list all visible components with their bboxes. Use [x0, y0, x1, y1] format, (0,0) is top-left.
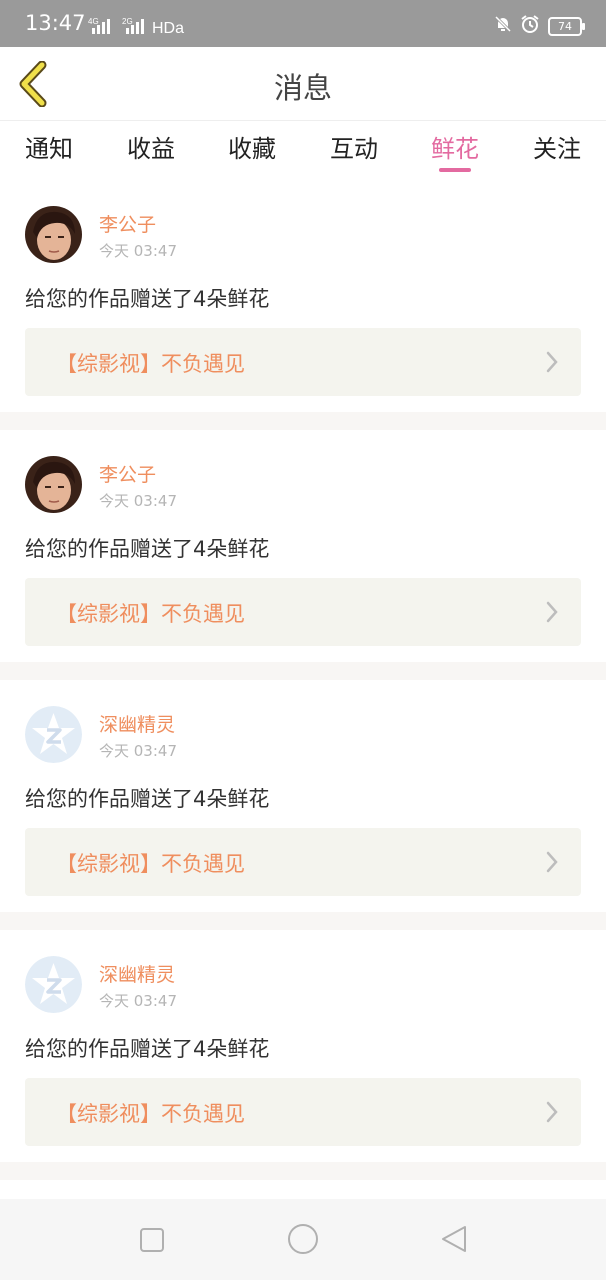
system-nav-bar: [0, 1199, 606, 1280]
home-button[interactable]: [287, 1223, 319, 1259]
tab-flowers[interactable]: 鲜花: [410, 129, 500, 164]
signal-icon: 4G 2G HDa: [88, 17, 184, 37]
message-card: 深幽精灵 今天 03:47 给您的作品赠送了4朵鲜花 【综影视】不负遇见: [0, 930, 606, 1162]
network-icons: 4G 2G HDa: [88, 16, 188, 40]
avatar[interactable]: [25, 206, 82, 263]
default-avatar-star-icon: [25, 956, 82, 1013]
tab-follow[interactable]: 关注: [512, 129, 602, 164]
svg-text:2G: 2G: [122, 17, 133, 26]
divider: [0, 412, 606, 430]
message-text: 给您的作品赠送了4朵鲜花: [25, 537, 270, 561]
back-nav-button[interactable]: [440, 1224, 468, 1258]
message-time: 今天 03:47: [99, 492, 177, 510]
work-title: 【综影视】不负遇见: [56, 852, 245, 876]
tab-earnings[interactable]: 收益: [106, 129, 196, 164]
message-text: 给您的作品赠送了4朵鲜花: [25, 787, 270, 811]
alarm-icon: [520, 14, 540, 38]
work-link[interactable]: 【综影视】不负遇见: [25, 328, 581, 396]
avatar[interactable]: [25, 456, 82, 513]
message-card: 李公子 今天 03:47 给您的作品赠送了4朵鲜花 【综影视】不负遇见: [0, 430, 606, 662]
divider: [0, 662, 606, 680]
tab-notice[interactable]: 通知: [4, 129, 94, 164]
message-card: 深幽精灵 今天 03:47 给您的作品赠送了4朵鲜花 【综影视】不负遇见: [0, 680, 606, 912]
recents-button[interactable]: [139, 1227, 165, 1257]
status-time: 13:47: [25, 11, 86, 35]
active-tab-indicator: [439, 168, 471, 172]
user-name[interactable]: 深幽精灵: [99, 710, 175, 737]
chevron-right-icon: [545, 350, 559, 378]
avatar[interactable]: [25, 956, 82, 1013]
message-text: 给您的作品赠送了4朵鲜花: [25, 287, 270, 311]
default-avatar-star-icon: [25, 706, 82, 763]
svg-text:4G: 4G: [88, 17, 99, 26]
message-time: 今天 03:47: [99, 742, 177, 760]
user-name[interactable]: 李公子: [99, 210, 156, 237]
avatar[interactable]: [25, 706, 82, 763]
work-link[interactable]: 【综影视】不负遇见: [25, 828, 581, 896]
tab-interaction[interactable]: 互动: [309, 129, 399, 164]
battery-icon: 74: [548, 16, 585, 36]
tab-bar: 通知 收益 收藏 互动 鲜花 关注: [0, 121, 606, 179]
divider: [0, 1162, 606, 1180]
work-title: 【综影视】不负遇见: [56, 352, 245, 376]
work-title: 【综影视】不负遇见: [56, 602, 245, 626]
chevron-right-icon: [545, 850, 559, 878]
message-text: 给您的作品赠送了4朵鲜花: [25, 1037, 270, 1061]
chevron-right-icon: [545, 1100, 559, 1128]
user-name[interactable]: 李公子: [99, 460, 156, 487]
svg-text:HDa: HDa: [152, 20, 184, 36]
work-title: 【综影视】不负遇见: [56, 1102, 245, 1126]
tab-favorites[interactable]: 收藏: [207, 129, 297, 164]
user-name[interactable]: 深幽精灵: [99, 960, 175, 987]
message-time: 今天 03:47: [99, 992, 177, 1010]
divider: [0, 912, 606, 930]
work-link[interactable]: 【综影视】不负遇见: [25, 1078, 581, 1146]
work-link[interactable]: 【综影视】不负遇见: [25, 578, 581, 646]
message-time: 今天 03:47: [99, 242, 177, 260]
message-list: 李公子 今天 03:47 给您的作品赠送了4朵鲜花 【综影视】不负遇见 李公子 …: [0, 180, 606, 1180]
message-card: 李公子 今天 03:47 给您的作品赠送了4朵鲜花 【综影视】不负遇见: [0, 180, 606, 412]
mute-icon: [494, 15, 512, 37]
status-bar: 13:47 4G 2G HDa 74: [0, 0, 606, 47]
page-title: 消息: [273, 71, 332, 105]
chevron-right-icon: [545, 600, 559, 628]
header: 消息: [0, 47, 606, 121]
